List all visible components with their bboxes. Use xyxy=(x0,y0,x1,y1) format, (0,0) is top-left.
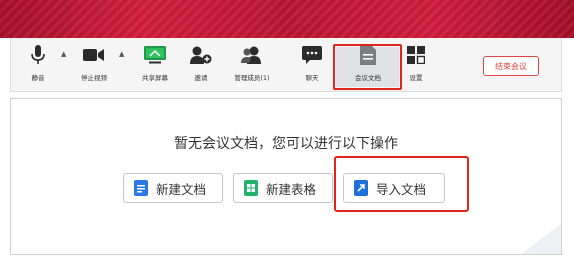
invite-button[interactable]: 邀请 xyxy=(174,44,228,88)
meeting-toolbar: 静音 ▲ 停止视频 ▲ 共享屏幕 邀请 管理成员(1) 聊天 会议文档 设置 结… xyxy=(10,38,562,92)
grid-settings-icon xyxy=(405,44,427,66)
new-document-label: 新建文档 xyxy=(156,181,207,197)
empty-docs-message: 暂无会议文档，您可以进行以下操作 xyxy=(174,136,398,152)
meeting-docs-panel: 暂无会议文档，您可以进行以下操作 新建文档 新建表格 导入文档 xyxy=(10,98,562,255)
share-screen-label: 共享屏幕 xyxy=(142,74,168,82)
new-spreadsheet-label: 新建表格 xyxy=(266,181,317,197)
invite-label: 邀请 xyxy=(194,74,208,82)
settings-label: 设置 xyxy=(409,74,423,82)
doc-icon xyxy=(134,180,148,196)
end-meeting-button[interactable]: 结束会议 xyxy=(483,56,539,76)
new-spreadsheet-button[interactable]: 新建表格 xyxy=(233,173,333,203)
members-icon xyxy=(241,44,263,66)
add-user-icon xyxy=(190,44,212,66)
mute-button[interactable]: 静音 xyxy=(11,44,65,88)
chat-label: 聊天 xyxy=(305,74,319,82)
panel-corner-decoration xyxy=(521,224,561,254)
manage-members-label: 管理成员(1) xyxy=(234,74,270,82)
video-camera-icon xyxy=(83,44,105,66)
chat-button[interactable]: 聊天 xyxy=(285,44,339,88)
share-screen-icon xyxy=(144,44,166,66)
chat-icon xyxy=(301,44,323,66)
sheet-icon xyxy=(244,180,258,196)
video-banner xyxy=(0,0,574,38)
import-highlight-box xyxy=(334,156,469,212)
new-document-button[interactable]: 新建文档 xyxy=(123,173,223,203)
mute-label: 静音 xyxy=(31,74,45,82)
mute-options-caret-icon[interactable]: ▲ xyxy=(61,50,66,58)
microphone-icon xyxy=(27,44,49,66)
manage-members-button[interactable]: 管理成员(1) xyxy=(225,44,279,88)
stop-video-button[interactable]: 停止视频 xyxy=(67,44,121,88)
video-options-caret-icon[interactable]: ▲ xyxy=(119,50,124,58)
settings-button[interactable]: 设置 xyxy=(389,44,443,88)
stop-video-label: 停止视频 xyxy=(81,74,107,82)
